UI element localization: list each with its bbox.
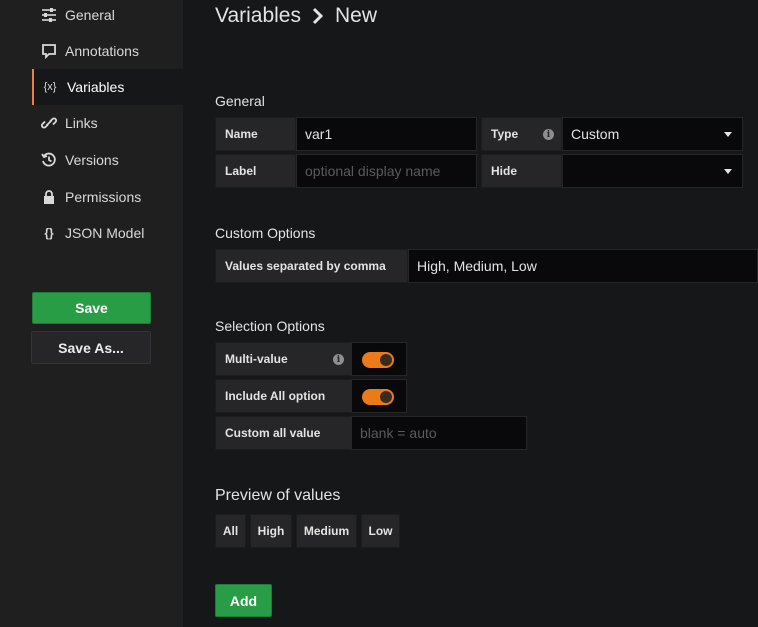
sidebar-item-json-model[interactable]: {} JSON Model: [32, 215, 183, 251]
include-all-toggle[interactable]: [351, 379, 407, 413]
preview-value-tag: High: [250, 514, 292, 548]
save-button[interactable]: Save: [32, 292, 151, 324]
name-input[interactable]: [296, 117, 477, 151]
sidebar-item-label: Annotations: [65, 43, 139, 59]
multi-value-toggle[interactable]: [351, 342, 407, 376]
preview-value-tag: All: [215, 514, 246, 548]
custom-all-label: Custom all value: [215, 416, 352, 450]
label-input[interactable]: [296, 154, 477, 188]
values-input[interactable]: [408, 249, 758, 283]
link-icon: [41, 115, 57, 131]
switch-knob: [380, 354, 392, 366]
multi-value-label-cell: Multi-value i: [215, 342, 352, 376]
custom-all-input-field[interactable]: [360, 425, 526, 441]
caret-down-icon: [724, 132, 732, 137]
sidebar-item-annotations[interactable]: Annotations: [32, 33, 183, 69]
include-all-label: Include All option: [215, 379, 352, 413]
multi-value-switch[interactable]: [362, 352, 394, 368]
preview-value-tag: Low: [361, 514, 400, 548]
add-button[interactable]: Add: [215, 584, 272, 617]
switch-knob: [380, 391, 392, 403]
sidebar-item-links[interactable]: Links: [32, 105, 183, 141]
hide-label: Hide: [481, 154, 562, 188]
preview-title: Preview of values: [215, 487, 341, 504]
caret-down-icon: [724, 169, 732, 174]
custom-all-input[interactable]: [351, 416, 527, 450]
info-icon[interactable]: i: [543, 129, 554, 140]
breadcrumb-new: New: [335, 4, 378, 27]
sidebar-item-versions[interactable]: Versions: [32, 142, 183, 178]
sidebar-item-variables[interactable]: {x} Variables: [32, 69, 183, 105]
preview-value-tag: Medium: [296, 514, 357, 548]
info-icon[interactable]: i: [333, 354, 344, 365]
type-select-value: Custom: [571, 126, 620, 142]
save-as-button[interactable]: Save As...: [31, 331, 151, 364]
type-select[interactable]: Custom: [562, 117, 743, 151]
variable-icon: {x}: [43, 81, 57, 93]
general-section-title: General: [215, 93, 265, 109]
hide-select[interactable]: [562, 154, 743, 188]
sidebar-item-label: JSON Model: [65, 225, 145, 241]
lock-icon: [41, 189, 57, 205]
sidebar-item-label: Variables: [67, 79, 125, 95]
values-label: Values separated by comma: [215, 249, 408, 283]
sidebar-item-label: Versions: [65, 152, 119, 168]
selection-options-section-title: Selection Options: [215, 318, 325, 334]
name-label: Name: [215, 117, 296, 151]
settings-sidebar: General Annotations {x} Variables Links …: [0, 0, 183, 627]
sidebar-item-label: Links: [65, 115, 98, 131]
sidebar-item-general[interactable]: General: [32, 0, 183, 33]
sidebar-item-label: General: [65, 7, 115, 23]
breadcrumb-variables[interactable]: Variables: [215, 4, 301, 28]
multi-value-label: Multi-value: [225, 352, 288, 366]
include-all-switch[interactable]: [362, 389, 394, 405]
values-input-field[interactable]: [417, 258, 757, 274]
comment-icon: [41, 43, 57, 59]
json-icon: {}: [44, 226, 54, 240]
label-label: Label: [215, 154, 296, 188]
type-label-cell: Type i: [481, 117, 562, 151]
sidebar-item-label: Permissions: [65, 189, 142, 205]
chevron-right-icon: [311, 7, 325, 25]
label-input-field[interactable]: [305, 163, 476, 179]
type-label: Type: [491, 127, 519, 141]
custom-options-section-title: Custom Options: [215, 225, 316, 241]
history-icon: [41, 152, 57, 168]
name-input-field[interactable]: [305, 126, 476, 142]
sidebar-item-permissions[interactable]: Permissions: [32, 179, 183, 215]
sliders-icon: [41, 7, 57, 23]
page-title: Variables New: [215, 4, 377, 28]
